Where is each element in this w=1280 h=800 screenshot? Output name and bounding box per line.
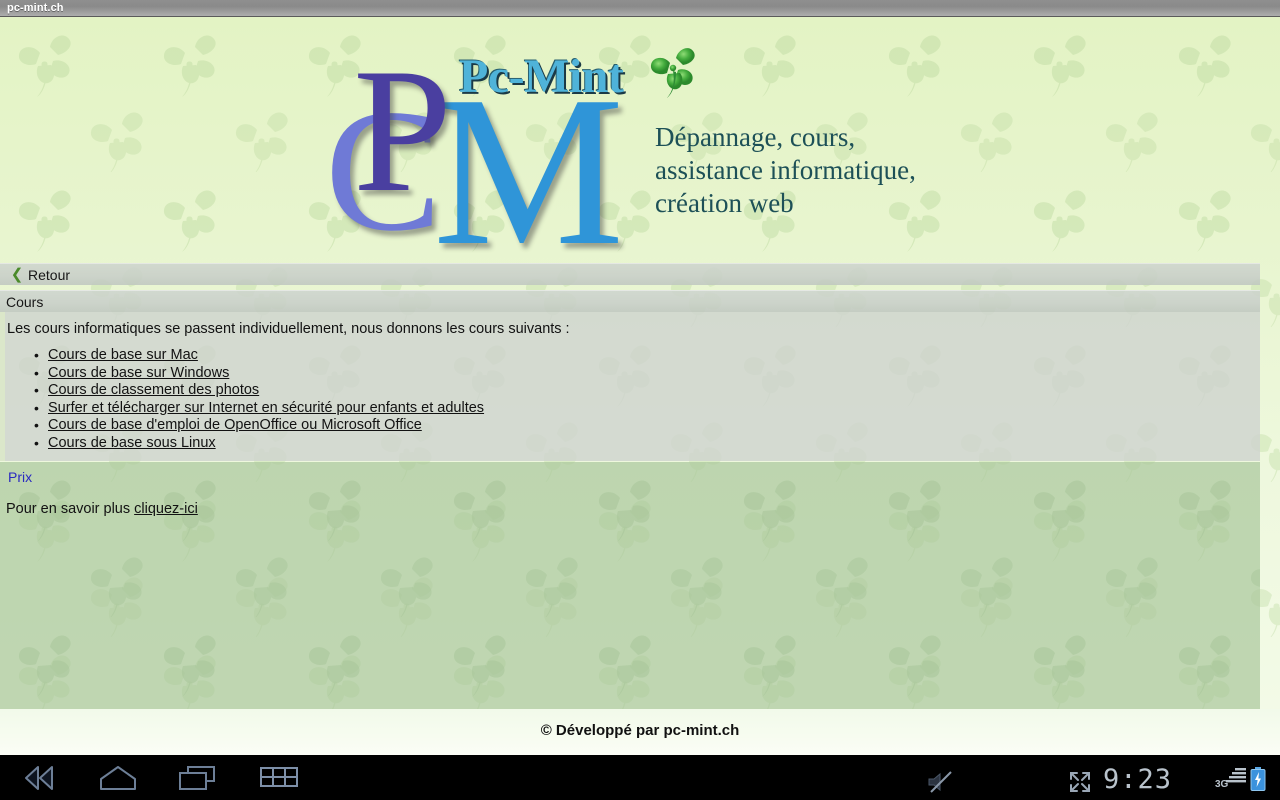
device-screen: pc-mint.ch C P M Pc-Mint Dépannage, cour… <box>0 0 1280 800</box>
section-title: Cours <box>6 294 44 310</box>
android-home-icon[interactable] <box>86 760 150 796</box>
android-back-icon[interactable] <box>8 760 72 796</box>
list-item: Cours de base sur Windows <box>34 365 484 382</box>
browser-title-bar: pc-mint.ch <box>0 0 1280 17</box>
course-link-mac[interactable]: Cours de base sur Mac <box>48 347 198 363</box>
web-page-viewport: C P M Pc-Mint Dépannage, cours, assistan… <box>0 17 1280 755</box>
battery-charging-icon <box>1250 767 1266 791</box>
four-leaf-clover-icon <box>647 47 699 99</box>
list-item: Cours de base d'emploi de OpenOffice ou … <box>34 417 484 434</box>
logo-letter-p: P <box>353 31 452 229</box>
course-content-block: Les cours informatiques se passent indiv… <box>0 312 1260 461</box>
signal-bars-icon <box>1226 768 1248 786</box>
site-header: C P M Pc-Mint Dépannage, cours, assistan… <box>0 17 1280 278</box>
back-navigation-bar[interactable]: ❮ Retour <box>0 263 1260 285</box>
chevron-left-icon: ❮ <box>10 266 24 283</box>
section-title-bar: Cours <box>0 290 1260 312</box>
course-link-photos[interactable]: Cours de classement des photos <box>48 382 259 398</box>
brand-name-text: Pc-Mint <box>459 50 624 103</box>
speaker-muted-icon[interactable] <box>925 768 961 796</box>
price-info-panel: Prix Pour en savoir plus cliquez-ici <box>0 462 1260 709</box>
status-clock: 9:23 <box>1103 764 1173 795</box>
list-item: Cours de base sur Mac <box>34 347 484 364</box>
back-link-label[interactable]: Retour <box>28 266 70 284</box>
course-link-office[interactable]: Cours de base d'emploi de OpenOffice ou … <box>48 417 422 433</box>
course-link-windows[interactable]: Cours de base sur Windows <box>48 365 229 381</box>
course-list: Cours de base sur Mac Cours de base sur … <box>0 347 484 452</box>
list-item: Surfer et télécharger sur Internet en sé… <box>34 400 484 417</box>
click-here-link[interactable]: cliquez-ici <box>134 501 198 517</box>
browser-tab-title[interactable]: pc-mint.ch <box>7 1 64 16</box>
site-tagline: Dépannage, cours, assistance informatiqu… <box>655 122 916 218</box>
fullscreen-expand-icon[interactable] <box>1068 770 1092 794</box>
course-link-internet-security[interactable]: Surfer et télécharger sur Internet en sé… <box>48 400 484 416</box>
price-link[interactable]: Prix <box>8 469 32 485</box>
list-item: Cours de classement des photos <box>34 382 484 399</box>
android-recent-apps-icon[interactable] <box>165 760 229 796</box>
clover-wallpaper-pattern-panel <box>0 462 1260 709</box>
more-info-prefix: Pour en savoir plus <box>6 501 135 517</box>
intro-paragraph: Les cours informatiques se passent indiv… <box>7 321 570 337</box>
list-item: Cours de base sous Linux <box>34 435 484 452</box>
footer-copyright: © Développé par pc-mint.ch <box>540 722 740 739</box>
android-apps-grid-icon[interactable] <box>247 760 311 796</box>
more-info-paragraph: Pour en savoir plus cliquez-ici <box>6 501 198 517</box>
course-link-linux[interactable]: Cours de base sous Linux <box>48 435 216 451</box>
